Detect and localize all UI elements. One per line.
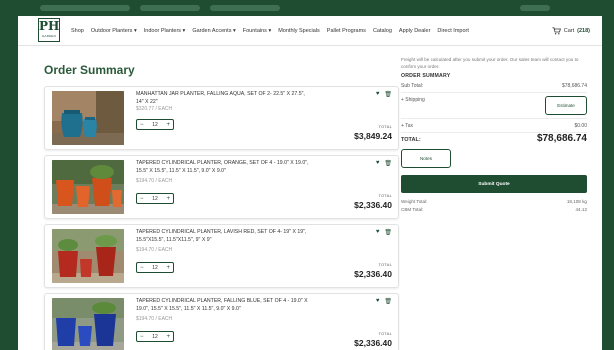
cbm-row: CBM Total: 44.12 [401, 205, 587, 213]
quantity-stepper[interactable]: − 12 + [136, 119, 174, 130]
nav-indoor-planters[interactable]: Indoor Planters ▾ [144, 28, 186, 34]
item-price: $194.70 / EACH [136, 178, 173, 184]
quantity-value[interactable]: 12 [152, 122, 158, 128]
cart-icon [552, 27, 561, 35]
plus-icon[interactable]: + [166, 265, 170, 271]
item-actions: ♥ 🗑 [376, 160, 392, 167]
minus-icon[interactable]: − [140, 334, 144, 340]
site-header: PH GARDEN Shop Outdoor Planters ▾ Indoor… [18, 16, 602, 46]
heart-icon[interactable]: ♥ [376, 298, 380, 305]
logo-subtext: GARDEN [41, 34, 57, 38]
item-name[interactable]: TAPERED CYLINDRICAL PLANTER, FALLING BLU… [136, 298, 311, 313]
quantity-stepper[interactable]: − 12 + [136, 193, 174, 204]
tax-label: + Tax [401, 123, 413, 129]
subtotal-row: Sub Total: $78,686.74 [401, 79, 587, 93]
subtotal-label: Sub Total: [401, 83, 424, 89]
shipping-row: + Shipping Estimate [401, 93, 587, 119]
weight-label: Weight Total: [401, 199, 428, 204]
nav-outdoor-planters[interactable]: Outdoor Planters ▾ [91, 28, 137, 34]
cart-count: (218) [577, 28, 590, 34]
item-total: $2,336.40 [354, 269, 392, 279]
nav-catalog[interactable]: Catalog [373, 28, 392, 34]
item-actions: ♥ 🗑 [376, 298, 392, 305]
logo-text: PH [39, 19, 60, 33]
item-name[interactable]: TAPERED CYLINDRICAL PLANTER, LAVISH RED,… [136, 229, 311, 244]
heart-icon[interactable]: ♥ [376, 91, 380, 98]
heart-icon[interactable]: ♥ [376, 160, 380, 167]
product-image[interactable] [52, 298, 124, 350]
cbm-label: CBM Total: [401, 207, 424, 212]
cart-item: TAPERED CYLINDRICAL PLANTER, ORANGE, SET… [44, 155, 399, 219]
item-name[interactable]: TAPERED CYLINDRICAL PLANTER, ORANGE, SET… [136, 160, 311, 175]
item-total-label: TOTAL [378, 125, 392, 129]
item-total-label: TOTAL [378, 194, 392, 198]
minus-icon[interactable]: − [140, 122, 144, 128]
cart-item: TAPERED CYLINDRICAL PLANTER, LAVISH RED,… [44, 224, 399, 288]
nav-monthly-specials[interactable]: Monthly Specials [278, 28, 320, 34]
quantity-stepper[interactable]: − 12 + [136, 331, 174, 342]
quantity-value[interactable]: 12 [152, 196, 158, 202]
nav-pallet-programs[interactable]: Pallet Programs [327, 28, 366, 34]
product-image[interactable] [52, 229, 124, 283]
page-title: Order Summary [44, 63, 135, 77]
item-total: $3,849.24 [354, 131, 392, 141]
estimate-button[interactable]: Estimate [545, 96, 587, 115]
trash-icon[interactable]: 🗑 [384, 229, 392, 236]
item-actions: ♥ 🗑 [376, 229, 392, 236]
total-row: TOTAL: $78,686.74 [401, 133, 587, 147]
product-image[interactable] [52, 91, 124, 145]
tax-value: $0.00 [574, 123, 587, 129]
subtotal-value: $78,686.74 [561, 83, 587, 89]
cart-label: Cart [563, 28, 575, 34]
logo[interactable]: PH GARDEN [38, 18, 60, 42]
freight-note: Freight will be calculated after you sub… [401, 57, 579, 69]
weight-row: Weight Total: 18,108 kg [401, 197, 587, 205]
item-price: $194.70 / EACH [136, 247, 173, 253]
heart-icon[interactable]: ♥ [376, 229, 380, 236]
minus-icon[interactable]: − [140, 196, 144, 202]
nav-apply-dealer[interactable]: Apply Dealer [399, 28, 431, 34]
plus-icon[interactable]: + [166, 196, 170, 202]
minus-icon[interactable]: − [140, 265, 144, 271]
item-price: $194.70 / EACH [136, 316, 173, 322]
item-total-label: TOTAL [378, 263, 392, 267]
cart-item: MANHATTAN JAR PLANTER, FALLING AQUA, SET… [44, 86, 399, 150]
item-actions: ♥ 🗑 [376, 91, 392, 98]
tax-row: + Tax $0.00 [401, 119, 587, 133]
nav-direct-import[interactable]: Direct Import [437, 28, 468, 34]
total-label: TOTAL: [401, 137, 421, 143]
product-image[interactable] [52, 160, 124, 214]
item-total-label: TOTAL [378, 332, 392, 336]
cart-item: TAPERED CYLINDRICAL PLANTER, FALLING BLU… [44, 293, 399, 350]
cart-link[interactable]: Cart (218) [552, 16, 590, 46]
quantity-value[interactable]: 12 [152, 265, 158, 271]
shipping-label: + Shipping [401, 97, 425, 103]
cbm-value: 44.12 [575, 207, 588, 212]
order-summary-panel: Freight will be calculated after you sub… [401, 56, 587, 213]
nav-shop[interactable]: Shop [71, 28, 84, 34]
top-bar [0, 0, 614, 16]
trash-icon[interactable]: 🗑 [384, 160, 392, 167]
submit-quote-button[interactable]: Submit Quote [401, 175, 587, 193]
item-price: $320.77 / EACH [136, 106, 173, 112]
trash-icon[interactable]: 🗑 [384, 91, 392, 98]
nav-garden-accents[interactable]: Garden Accents ▾ [192, 28, 235, 34]
plus-icon[interactable]: + [166, 334, 170, 340]
item-total: $2,336.40 [354, 200, 392, 210]
trash-icon[interactable]: 🗑 [384, 298, 392, 305]
quantity-stepper[interactable]: − 12 + [136, 262, 174, 273]
page: PH GARDEN Shop Outdoor Planters ▾ Indoor… [18, 16, 602, 350]
item-total: $2,336.40 [354, 338, 392, 348]
item-name[interactable]: MANHATTAN JAR PLANTER, FALLING AQUA, SET… [136, 91, 311, 106]
total-value: $78,686.74 [536, 133, 587, 144]
main-nav: Shop Outdoor Planters ▾ Indoor Planters … [71, 16, 476, 46]
plus-icon[interactable]: + [166, 122, 170, 128]
nav-fountains[interactable]: Fountains ▾ [243, 28, 271, 34]
notes-button[interactable]: Notes [401, 149, 451, 168]
quantity-value[interactable]: 12 [152, 334, 158, 340]
weight-value: 18,108 kg [566, 199, 587, 204]
